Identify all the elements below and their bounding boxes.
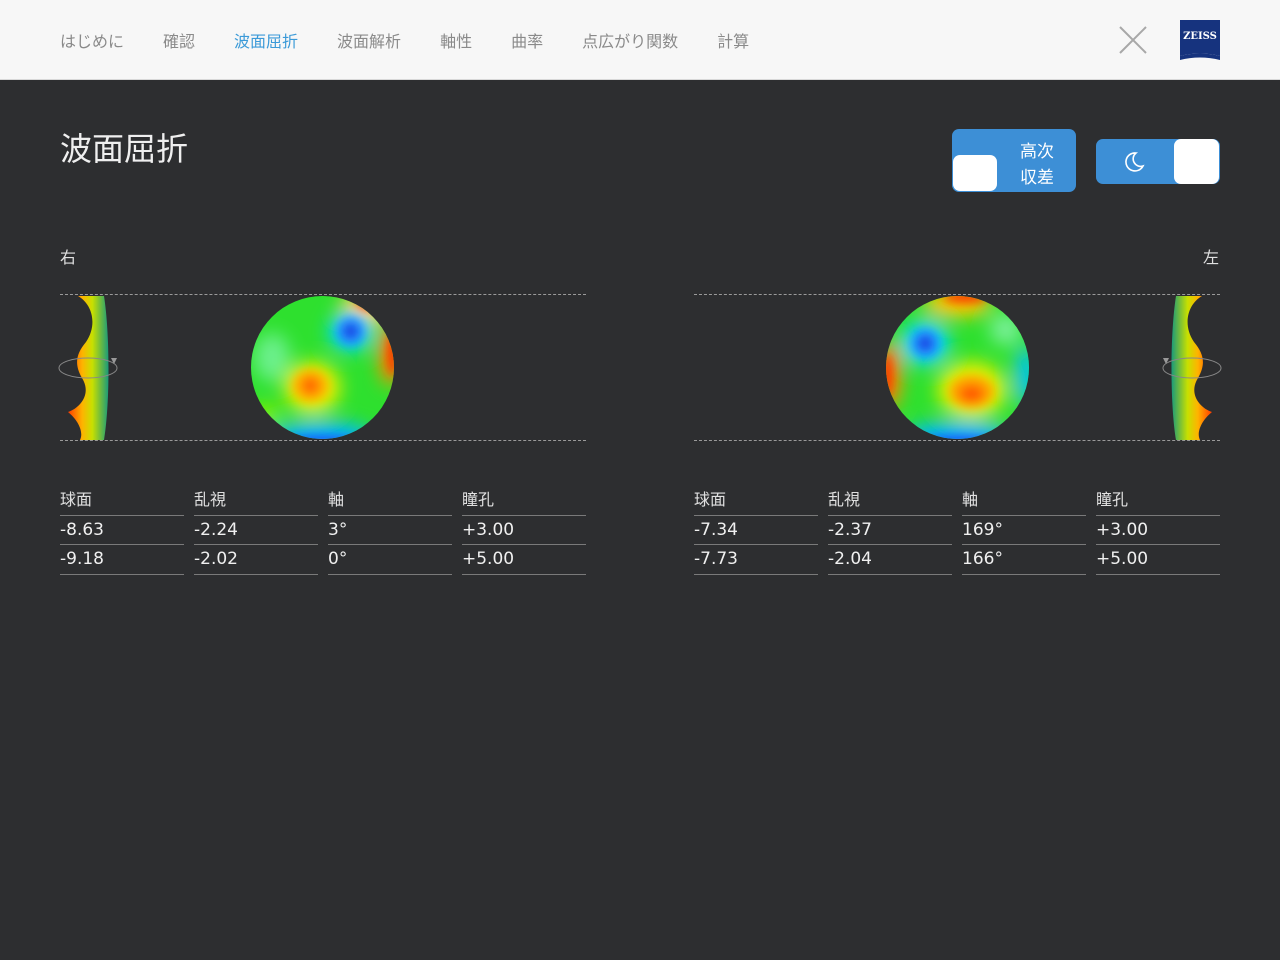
sphere-value: -8.63 <box>60 516 184 545</box>
table-row: -8.63 -2.24 3° +3.00 <box>60 516 586 545</box>
tab-introduction[interactable]: はじめに <box>60 28 124 52</box>
sphere-value: -7.73 <box>694 545 818 575</box>
table-row: -7.73 -2.04 166° +5.00 <box>694 545 1220 575</box>
pupil-value: +3.00 <box>1096 516 1220 545</box>
header-sphere: 球面 <box>694 486 818 516</box>
header-pupil: 瞳孔 <box>462 486 586 516</box>
higher-order-aberration-toggle[interactable]: 高次 収差 <box>952 129 1076 192</box>
divider-line <box>60 440 586 441</box>
right-eye-label: 右 <box>60 248 77 267</box>
sphere-value: -7.34 <box>694 516 818 545</box>
tab-wavefront-analysis[interactable]: 波面解析 <box>337 28 401 52</box>
sphere-value: -9.18 <box>60 545 184 575</box>
tab-point-spread-function[interactable]: 点広がり関数 <box>582 28 678 52</box>
table-row: -9.18 -2.02 0° +5.00 <box>60 545 586 575</box>
right-eye-wavefront-map <box>251 296 394 439</box>
page-title: 波面屈折 <box>60 130 189 168</box>
table-header-row: 球面 乱視 軸 瞳孔 <box>694 486 1220 516</box>
toggle-knob <box>1174 139 1219 184</box>
tab-axial[interactable]: 軸性 <box>440 28 472 52</box>
top-bar: はじめに 確認 波面屈折 波面解析 軸性 曲率 点広がり関数 計算 ZEISS <box>0 0 1280 80</box>
table-header-row: 球面 乱視 軸 瞳孔 <box>60 486 586 516</box>
left-eye-wavefront-profile <box>1162 296 1222 440</box>
table-row: -7.34 -2.37 169° +3.00 <box>694 516 1220 545</box>
cylinder-value: -2.02 <box>194 545 318 575</box>
pupil-value: +3.00 <box>462 516 586 545</box>
tab-curvature[interactable]: 曲率 <box>511 28 543 52</box>
axis-value: 169° <box>962 516 1086 545</box>
tab-wavefront-refraction[interactable]: 波面屈折 <box>234 28 298 52</box>
pupil-value: +5.00 <box>462 545 586 575</box>
header-cylinder: 乱視 <box>194 486 318 516</box>
cylinder-value: -2.37 <box>828 516 952 545</box>
night-mode-toggle[interactable] <box>1096 139 1220 184</box>
cylinder-value: -2.24 <box>194 516 318 545</box>
higher-order-aberration-label: 高次 収差 <box>1020 142 1054 188</box>
tab-confirmation[interactable]: 確認 <box>163 28 195 52</box>
left-eye-refraction-table: 球面 乱視 軸 瞳孔 -7.34 -2.37 169° +3.00 -7.73 … <box>694 486 1220 575</box>
right-eye-refraction-table: 球面 乱視 軸 瞳孔 -8.63 -2.24 3° +3.00 -9.18 -2… <box>60 486 586 575</box>
cylinder-value: -2.04 <box>828 545 952 575</box>
toggle-knob <box>953 155 997 191</box>
header-sphere: 球面 <box>60 486 184 516</box>
axis-value: 3° <box>328 516 452 545</box>
header-pupil: 瞳孔 <box>1096 486 1220 516</box>
close-icon[interactable] <box>1118 25 1148 55</box>
axis-value: 0° <box>328 545 452 575</box>
divider-line <box>694 440 1220 441</box>
tab-calculation[interactable]: 計算 <box>717 28 749 52</box>
right-eye-wavefront-profile <box>58 296 118 440</box>
moon-icon <box>1125 152 1145 172</box>
axis-value: 166° <box>962 545 1086 575</box>
pupil-value: +5.00 <box>1096 545 1220 575</box>
nav-tabs: はじめに 確認 波面屈折 波面解析 軸性 曲率 点広がり関数 計算 <box>60 0 788 80</box>
zeiss-logo: ZEISS <box>1180 20 1220 60</box>
header-axis: 軸 <box>962 486 1086 516</box>
left-eye-label: 左 <box>1203 248 1220 267</box>
svg-text:ZEISS: ZEISS <box>1183 31 1217 42</box>
left-eye-wavefront-map <box>886 296 1029 439</box>
header-axis: 軸 <box>328 486 452 516</box>
header-cylinder: 乱視 <box>828 486 952 516</box>
